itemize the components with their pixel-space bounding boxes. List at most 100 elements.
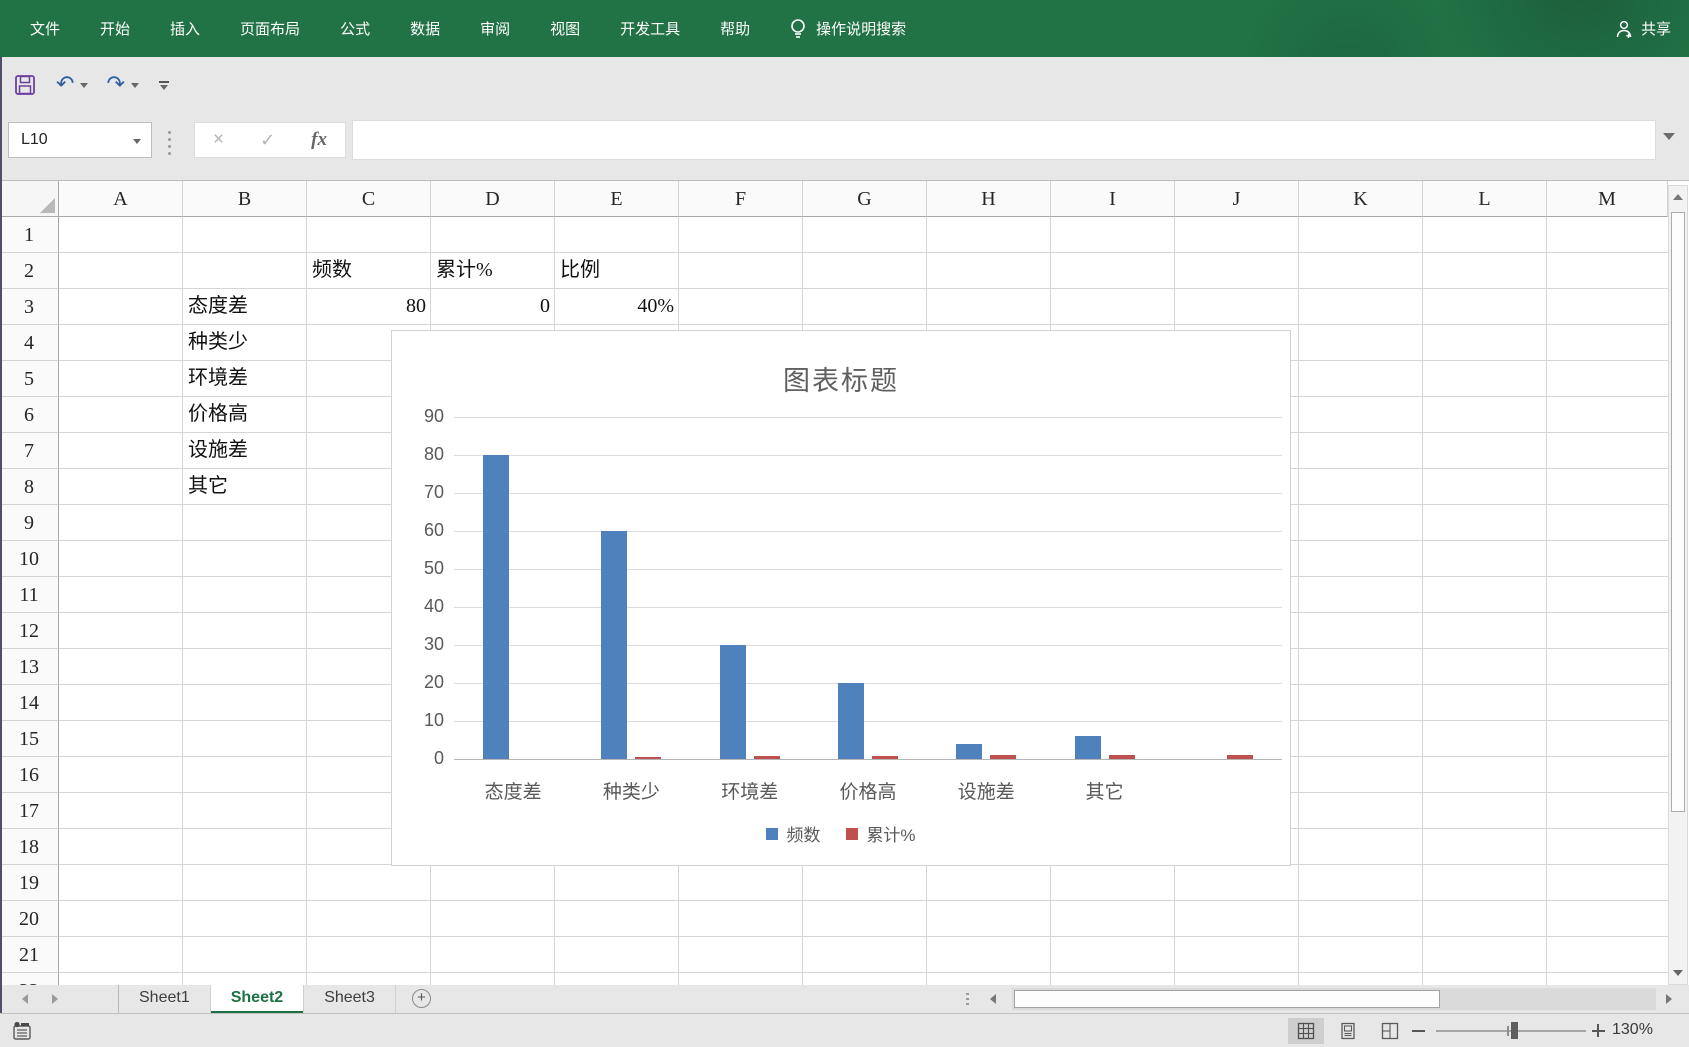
column-header-M[interactable]: M bbox=[1547, 181, 1668, 217]
share-button[interactable]: 共享 bbox=[1615, 0, 1671, 57]
undo-button[interactable]: ↶ bbox=[56, 69, 74, 101]
row-header-10[interactable]: 10 bbox=[0, 541, 59, 577]
row-header-14[interactable]: 14 bbox=[0, 685, 59, 721]
row-header-20[interactable]: 20 bbox=[0, 901, 59, 937]
column-header-B[interactable]: B bbox=[183, 181, 307, 217]
row-header-17[interactable]: 17 bbox=[0, 793, 59, 829]
ribbon-tab-formulas[interactable]: 公式 bbox=[340, 18, 370, 39]
ribbon-tab-home[interactable]: 开始 bbox=[100, 18, 130, 39]
ribbon-tab-file[interactable]: 文件 bbox=[30, 18, 60, 39]
column-header-K[interactable]: K bbox=[1299, 181, 1423, 217]
row-header-8[interactable]: 8 bbox=[0, 469, 59, 505]
vertical-scrollbar[interactable] bbox=[1668, 185, 1688, 985]
sheet-tab-sheet3[interactable]: Sheet3 bbox=[304, 985, 396, 1013]
chart-gridline bbox=[454, 645, 1282, 646]
row-header-13[interactable]: 13 bbox=[0, 649, 59, 685]
column-header-E[interactable]: E bbox=[555, 181, 679, 217]
scroll-up-icon[interactable] bbox=[1673, 194, 1683, 200]
cell-B3[interactable]: 态度差 bbox=[183, 289, 307, 325]
column-header-D[interactable]: D bbox=[431, 181, 555, 217]
formula-bar-expand-icon[interactable] bbox=[1663, 133, 1675, 140]
add-sheet-button[interactable]: + bbox=[412, 989, 431, 1008]
normal-view-button[interactable] bbox=[1288, 1018, 1324, 1044]
ribbon-tab-developer[interactable]: 开发工具 bbox=[620, 18, 680, 39]
customize-qat-button[interactable] bbox=[159, 69, 169, 101]
row-header-5[interactable]: 5 bbox=[0, 361, 59, 397]
row-header-2[interactable]: 2 bbox=[0, 253, 59, 289]
cell-D2[interactable]: 累计% bbox=[431, 253, 555, 289]
zoom-out-icon[interactable] bbox=[1412, 1030, 1425, 1032]
tab-splitter-handle[interactable] bbox=[966, 993, 969, 1007]
sheet-tab-sheet2[interactable]: Sheet2 bbox=[211, 985, 304, 1013]
horizontal-scrollbar[interactable] bbox=[1012, 988, 1656, 1010]
hscroll-left-icon[interactable] bbox=[990, 994, 996, 1004]
tell-me-search[interactable]: 操作说明搜索 bbox=[790, 18, 906, 40]
row-header-22[interactable]: 22 bbox=[0, 973, 59, 985]
name-box-value: L10 bbox=[21, 131, 48, 148]
save-button[interactable] bbox=[14, 69, 36, 101]
scroll-down-icon[interactable] bbox=[1673, 970, 1683, 976]
row-header-19[interactable]: 19 bbox=[0, 865, 59, 901]
column-header-A[interactable]: A bbox=[59, 181, 183, 217]
cell-B6[interactable]: 价格高 bbox=[183, 397, 307, 433]
column-header-C[interactable]: C bbox=[307, 181, 431, 217]
ribbon-tab-data[interactable]: 数据 bbox=[410, 18, 440, 39]
select-all-corner[interactable] bbox=[0, 181, 59, 217]
row-header-16[interactable]: 16 bbox=[0, 757, 59, 793]
name-box-dropdown-icon[interactable] bbox=[133, 139, 141, 144]
status-bar: 130% bbox=[0, 1013, 1689, 1047]
zoom-level[interactable]: 130% bbox=[1612, 1021, 1674, 1039]
row-header-4[interactable]: 4 bbox=[0, 325, 59, 361]
redo-dropdown[interactable] bbox=[131, 69, 139, 101]
row-header-6[interactable]: 6 bbox=[0, 397, 59, 433]
row-header-3[interactable]: 3 bbox=[0, 289, 59, 325]
row-header-11[interactable]: 11 bbox=[0, 577, 59, 613]
cell-B7[interactable]: 设施差 bbox=[183, 433, 307, 469]
ribbon-tab-page-layout[interactable]: 页面布局 bbox=[240, 18, 300, 39]
cell-B4[interactable]: 种类少 bbox=[183, 325, 307, 361]
cell-C2[interactable]: 频数 bbox=[307, 253, 431, 289]
row-header-9[interactable]: 9 bbox=[0, 505, 59, 541]
row-header-21[interactable]: 21 bbox=[0, 937, 59, 973]
ribbon-tab-insert[interactable]: 插入 bbox=[170, 18, 200, 39]
hscroll-right-icon[interactable] bbox=[1666, 994, 1672, 1004]
vertical-scrollbar-thumb[interactable] bbox=[1671, 212, 1685, 812]
chart-object[interactable]: 图表标题 9080706050403020100态度差种类少环境差价格高设施差其… bbox=[391, 330, 1291, 866]
ribbon-tab-help[interactable]: 帮助 bbox=[720, 18, 750, 39]
redo-button[interactable]: ↷ bbox=[106, 69, 124, 101]
cell-E3[interactable]: 40% bbox=[555, 289, 679, 325]
name-box[interactable]: L10 bbox=[8, 122, 152, 158]
column-header-L[interactable]: L bbox=[1423, 181, 1547, 217]
cancel-icon[interactable]: × bbox=[213, 129, 224, 151]
column-header-H[interactable]: H bbox=[927, 181, 1051, 217]
cell-C3[interactable]: 80 bbox=[307, 289, 431, 325]
column-header-G[interactable]: G bbox=[803, 181, 927, 217]
tab-scroll-right-icon[interactable] bbox=[52, 994, 58, 1004]
row-header-18[interactable]: 18 bbox=[0, 829, 59, 865]
row-header-1[interactable]: 1 bbox=[0, 217, 59, 253]
row-header-15[interactable]: 15 bbox=[0, 721, 59, 757]
ribbon-tab-view[interactable]: 视图 bbox=[550, 18, 580, 39]
enter-icon[interactable]: ✓ bbox=[260, 130, 275, 151]
column-header-F[interactable]: F bbox=[679, 181, 803, 217]
cell-D3[interactable]: 0 bbox=[431, 289, 555, 325]
row-header-7[interactable]: 7 bbox=[0, 433, 59, 469]
undo-dropdown[interactable] bbox=[80, 69, 88, 101]
page-layout-view-button[interactable] bbox=[1330, 1018, 1366, 1044]
sheet-tab-sheet1[interactable]: Sheet1 bbox=[119, 985, 211, 1013]
ribbon-tab-review[interactable]: 审阅 bbox=[480, 18, 510, 39]
macro-record-button[interactable] bbox=[12, 1021, 32, 1046]
formula-bar-splitter[interactable] bbox=[168, 131, 171, 161]
cell-E2[interactable]: 比例 bbox=[555, 253, 679, 289]
insert-function-icon[interactable]: fx bbox=[311, 129, 327, 151]
formula-input[interactable] bbox=[352, 120, 1656, 160]
cell-B8[interactable]: 其它 bbox=[183, 469, 307, 505]
page-break-view-button[interactable] bbox=[1372, 1018, 1408, 1044]
zoom-slider-thumb[interactable] bbox=[1511, 1022, 1518, 1039]
horizontal-scrollbar-thumb[interactable] bbox=[1014, 990, 1440, 1008]
column-header-I[interactable]: I bbox=[1051, 181, 1175, 217]
tab-scroll-left-icon[interactable] bbox=[22, 994, 28, 1004]
column-header-J[interactable]: J bbox=[1175, 181, 1299, 217]
row-header-12[interactable]: 12 bbox=[0, 613, 59, 649]
cell-B5[interactable]: 环境差 bbox=[183, 361, 307, 397]
